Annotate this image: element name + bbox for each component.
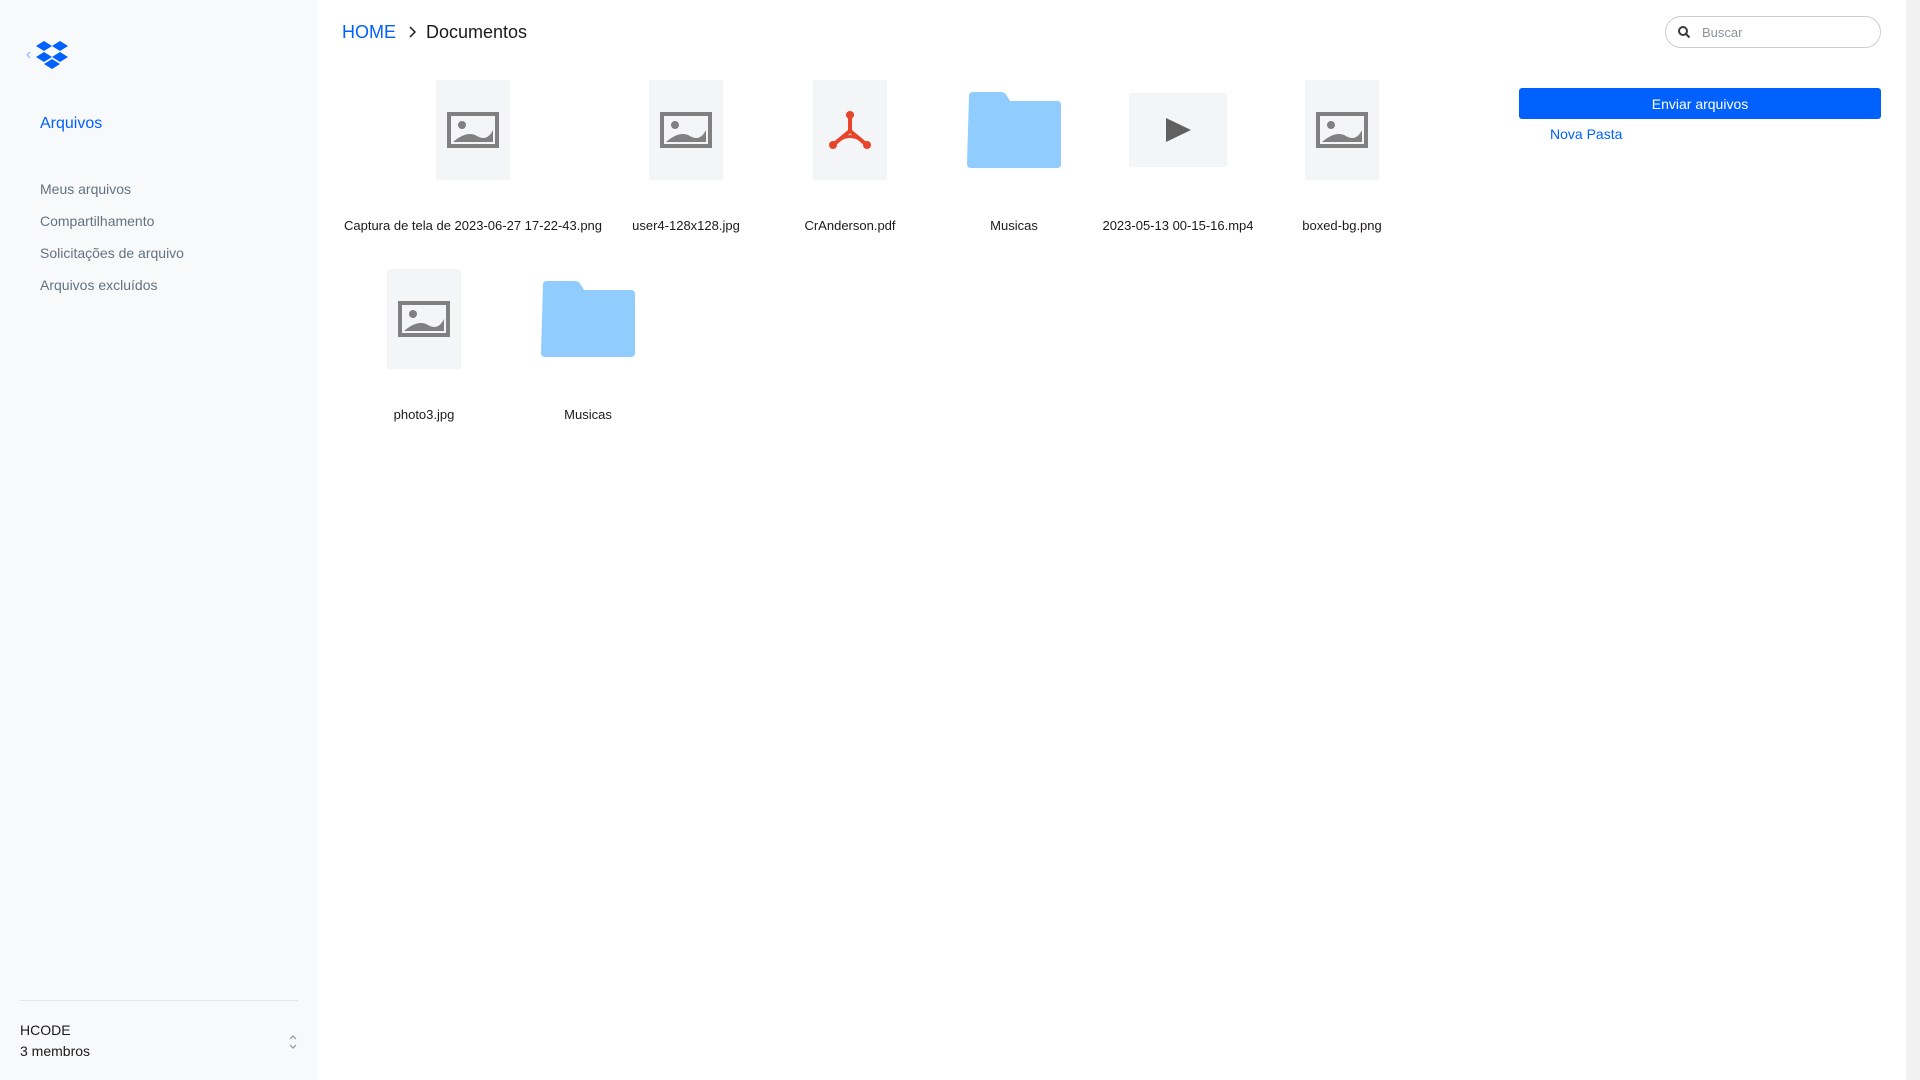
file-name: 2023-05-13 00-15-16.mp4 — [1102, 218, 1254, 233]
file-name: boxed-bg.png — [1302, 218, 1382, 233]
breadcrumb-current: Documentos — [426, 22, 528, 42]
folder-item[interactable]: Musicas — [932, 80, 1096, 240]
image-icon — [649, 80, 723, 180]
team-members: 3 membros — [20, 1043, 91, 1059]
breadcrumb: HOME Documentos — [342, 22, 527, 43]
scrollbar[interactable] — [1906, 0, 1920, 1080]
folder-icon — [965, 90, 1063, 170]
image-icon — [387, 269, 461, 369]
folder-icon — [539, 279, 637, 359]
upload-files-button[interactable]: Enviar arquivos — [1519, 88, 1881, 119]
new-folder-link[interactable]: Nova Pasta — [1550, 126, 1622, 142]
breadcrumb-home[interactable]: HOME — [342, 22, 396, 43]
file-name: Musicas — [564, 407, 612, 422]
team-name: HCODE — [20, 1022, 71, 1038]
file-item[interactable]: CrAnderson.pdf — [768, 80, 932, 240]
sidebar-nav: Meus arquivos Compartilhamento Solicitaç… — [40, 180, 184, 308]
pdf-icon — [813, 80, 887, 180]
file-name: Captura de tela de 2023-06-27 17-22-43.p… — [343, 218, 603, 233]
file-name: photo3.jpg — [393, 407, 455, 422]
collapse-chevron-icon[interactable]: ‹ — [26, 46, 31, 64]
sidebar-logo[interactable]: ‹ — [26, 40, 69, 70]
file-item[interactable]: user4-128x128.jpg — [604, 80, 768, 240]
sidebar-section-files[interactable]: Arquivos — [40, 115, 102, 133]
image-icon — [1305, 80, 1379, 180]
folder-item[interactable]: Musicas — [506, 269, 670, 429]
sidebar: ‹ Arquivos Meus arquivos Compartilhament… — [0, 0, 318, 1080]
file-item[interactable]: Captura de tela de 2023-06-27 17-22-43.p… — [342, 80, 604, 240]
file-item[interactable]: boxed-bg.png — [1260, 80, 1424, 240]
team-switcher[interactable]: HCODE 3 membros — [20, 1000, 298, 1080]
file-name: user4-128x128.jpg — [632, 218, 740, 233]
search-input[interactable] — [1700, 23, 1874, 41]
expand-toggle-icon[interactable] — [288, 1033, 298, 1053]
dropbox-logo-icon — [36, 41, 69, 69]
file-name: Musicas — [990, 218, 1038, 233]
sidebar-item-deleted-files[interactable]: Arquivos excluídos — [40, 276, 184, 308]
sidebar-item-sharing[interactable]: Compartilhamento — [40, 212, 184, 244]
image-icon — [436, 80, 510, 180]
file-name: CrAnderson.pdf — [804, 218, 896, 233]
search-box[interactable] — [1665, 16, 1881, 48]
sidebar-item-file-requests[interactable]: Solicitações de arquivo — [40, 244, 184, 276]
file-item[interactable]: photo3.jpg — [342, 269, 506, 429]
sidebar-item-my-files[interactable]: Meus arquivos — [40, 180, 184, 212]
file-item[interactable]: 2023-05-13 00-15-16.mp4 — [1096, 80, 1260, 240]
video-icon — [1129, 93, 1227, 167]
chevron-right-icon — [408, 25, 417, 41]
search-icon — [1676, 24, 1692, 40]
